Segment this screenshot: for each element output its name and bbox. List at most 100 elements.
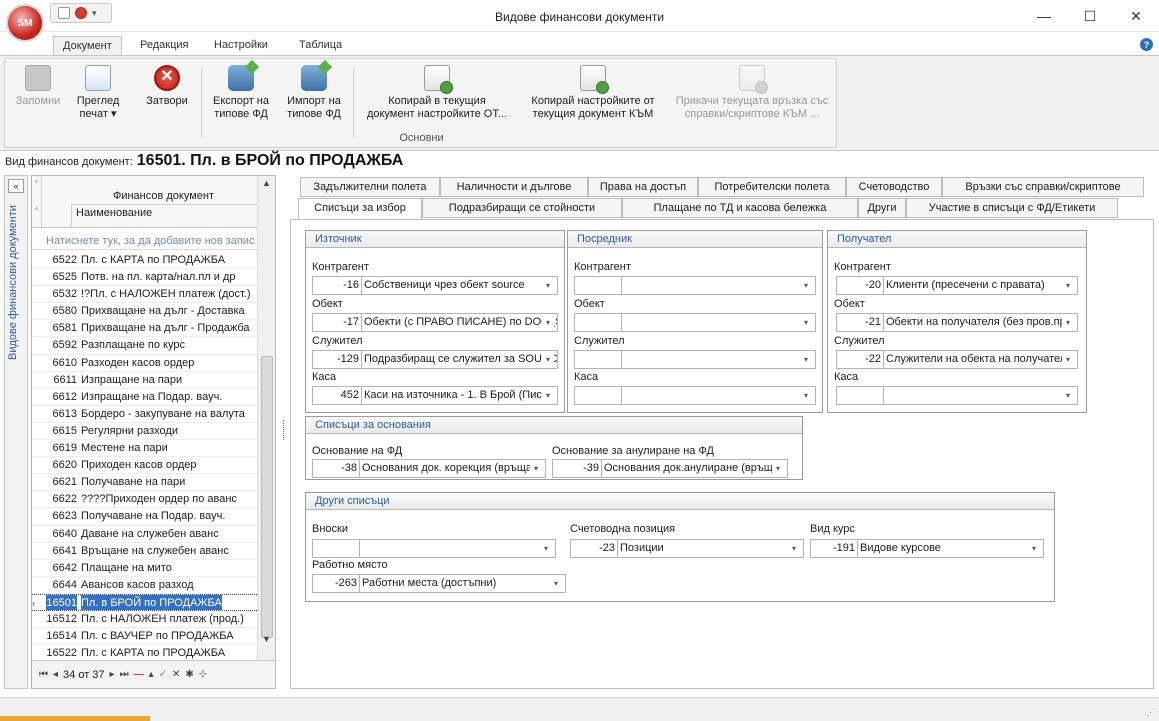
nav-next-icon[interactable]: ▸: [110, 669, 115, 680]
row-indicator[interactable]: [32, 337, 45, 353]
table-row[interactable]: 6644 Авансов касов разход: [32, 577, 257, 594]
chevron-down-icon[interactable]: ▾: [788, 540, 800, 557]
recipient-employee-combo[interactable]: -22 Служители на обекта на получател ▾: [836, 350, 1078, 369]
deposits-combo[interactable]: ▾: [312, 539, 556, 558]
tab-default-values[interactable]: Подразбиращи се стойности: [422, 198, 622, 218]
chevron-down-icon[interactable]: ▾: [542, 314, 554, 331]
tab-list-participation[interactable]: Участие в списъци с ФД/Етикети: [906, 198, 1118, 218]
chevron-down-icon[interactable]: ▾: [1028, 540, 1040, 557]
mediator-object-value[interactable]: ▾: [622, 313, 816, 332]
scroll-thumb[interactable]: [261, 356, 273, 638]
row-name[interactable]: Получаване на Подар. вауч.: [81, 508, 225, 524]
reason-cancel-id[interactable]: -39: [552, 459, 602, 478]
row-name[interactable]: Приходен касов ордер: [81, 457, 197, 473]
reason-fd-id[interactable]: -38: [312, 459, 360, 478]
row-code[interactable]: 6640: [46, 526, 77, 542]
copy-settings-from-button[interactable]: Копирай в текущия документ настройките О…: [357, 65, 517, 121]
row-code[interactable]: 6644: [46, 577, 77, 593]
recipient-object-id[interactable]: -21: [836, 313, 884, 332]
table-row[interactable]: 6522 Пл. с КАРТА по ПРОДАЖБА: [32, 252, 257, 270]
mediator-contragent-id[interactable]: [574, 276, 622, 295]
row-indicator[interactable]: [32, 252, 45, 268]
workplace-value[interactable]: Работни места (достъпни) ▾: [360, 574, 566, 593]
nav-filter-icon[interactable]: ⊹: [199, 669, 207, 680]
nav-post-icon[interactable]: ✓: [159, 669, 167, 680]
source-object-value[interactable]: Обекти (с ПРАВО ПИСАНЕ) по DOC_S ▾: [362, 313, 558, 332]
row-code[interactable]: 6532: [46, 286, 77, 302]
row-code[interactable]: 6641: [46, 543, 77, 559]
tab-required-fields[interactable]: Задължителни полета: [300, 177, 440, 197]
tab-stock-debts[interactable]: Наличности и дългове: [440, 177, 588, 197]
row-indicator[interactable]: [32, 474, 45, 490]
row-indicator[interactable]: [32, 560, 45, 576]
mediator-contragent-combo[interactable]: ▾: [574, 276, 816, 295]
source-cash-id[interactable]: 452: [312, 386, 362, 405]
table-row[interactable]: 6612 Изпращане на Подар. вауч.: [32, 389, 257, 406]
accounting-position-combo[interactable]: -23 Позиции ▾: [570, 539, 804, 558]
mediator-cash-id[interactable]: [574, 386, 622, 405]
attach-link-button[interactable]: Прикачи текущата връзка със справки/скри…: [669, 65, 835, 121]
rate-type-id[interactable]: -191: [810, 539, 858, 558]
source-contragent-id[interactable]: -16: [312, 276, 362, 295]
row-name[interactable]: Прихващане на дълг - Доставка: [81, 303, 245, 319]
row-name[interactable]: Даване на служебен аванс: [81, 526, 219, 542]
tab-user-fields[interactable]: Потребителски полета: [698, 177, 846, 197]
recipient-contragent-id[interactable]: -20: [836, 276, 884, 295]
chevron-down-icon[interactable]: ▾: [1062, 387, 1074, 404]
table-row[interactable]: › 16501 Пл. в БРОЙ по ПРОДАЖБА: [32, 593, 257, 611]
nav-first-icon[interactable]: ⏮: [39, 669, 48, 680]
grid-band-header[interactable]: Финансов документ: [76, 190, 251, 202]
table-row[interactable]: 6640 Даване на служебен аванс: [32, 526, 257, 543]
row-indicator[interactable]: [32, 543, 45, 559]
table-row[interactable]: 6581 Прихващане на дълг - Продажба: [32, 320, 257, 338]
row-name[interactable]: Получаване на пари: [81, 474, 185, 490]
row-indicator[interactable]: [32, 611, 45, 627]
reason-cancel-value[interactable]: Основания док.анулиране (връща ▾: [602, 459, 788, 478]
recipient-contragent-value[interactable]: Клиенти (пресечени с правата) ▾: [884, 276, 1078, 295]
table-row[interactable]: 6619 Местене на пари: [32, 440, 257, 458]
table-row[interactable]: 6621 Получаване на пари: [32, 474, 257, 492]
row-code[interactable]: 6615: [46, 423, 77, 439]
recipient-object-value[interactable]: Обекти на получателя (без пров.пр ▾: [884, 313, 1078, 332]
row-code[interactable]: 6619: [46, 440, 77, 456]
row-indicator[interactable]: [32, 457, 45, 473]
row-indicator[interactable]: [32, 372, 45, 388]
nav-prev-icon[interactable]: ◂: [53, 669, 58, 680]
row-code[interactable]: 6581: [46, 320, 77, 336]
row-indicator[interactable]: ›: [32, 595, 45, 610]
chevron-down-icon[interactable]: ▾: [530, 460, 542, 477]
resize-grip-icon[interactable]: ⋰: [1146, 707, 1155, 718]
table-row[interactable]: 6532 !?Пл. с НАЛОЖЕН платеж (дост.): [32, 286, 257, 304]
save-button[interactable]: Запомни: [11, 65, 65, 108]
chevron-down-icon[interactable]: ▾: [1062, 277, 1074, 294]
reason-fd-combo[interactable]: -38 Основания док. корекция (връща ▾: [312, 459, 546, 478]
table-row[interactable]: 6580 Прихващане на дълг - Доставка: [32, 303, 257, 321]
mediator-contragent-value[interactable]: ▾: [622, 276, 816, 295]
nav-cancel-icon[interactable]: ✕: [172, 669, 180, 680]
row-indicator[interactable]: [32, 491, 45, 507]
row-code[interactable]: 16514: [46, 628, 77, 644]
chevron-down-icon[interactable]: ▾: [800, 314, 812, 331]
maximize-button[interactable]: ☐: [1067, 0, 1113, 32]
chevron-down-icon[interactable]: ▾: [1062, 314, 1074, 331]
app-menu-button[interactable]: SM: [6, 4, 44, 42]
row-name[interactable]: Връщане на служебен аванс: [81, 543, 229, 559]
row-indicator[interactable]: [32, 423, 45, 439]
source-employee-combo[interactable]: -129 Подразбиращ се служител за SOURC ▾: [312, 350, 558, 369]
ribbon-tab-edit[interactable]: Редакция: [131, 36, 197, 56]
row-indicator[interactable]: [32, 389, 45, 405]
source-cash-combo[interactable]: 452 Каси на източника - 1. В Брой (Писа ▾: [312, 386, 558, 405]
row-name[interactable]: Прихващане на дълг - Продажба: [81, 320, 250, 336]
mediator-object-id[interactable]: [574, 313, 622, 332]
row-code[interactable]: 6620: [46, 457, 77, 473]
table-row[interactable]: 6525 Потв. на пл. карта/нал.пл и др: [32, 269, 257, 287]
panel-splitter[interactable]: [283, 420, 287, 440]
table-row[interactable]: 16514 Пл. с ВАУЧЕР по ПРОДАЖБА: [32, 628, 257, 646]
row-name[interactable]: Авансов касов разход: [81, 577, 194, 593]
chevron-down-icon[interactable]: ▾: [800, 351, 812, 368]
row-name[interactable]: Разплащане по курс: [81, 337, 185, 353]
row-indicator[interactable]: [32, 406, 45, 422]
row-code[interactable]: 6592: [46, 337, 77, 353]
source-employee-value[interactable]: Подразбиращ се служител за SOURC ▾: [362, 350, 558, 369]
row-name[interactable]: Пл. с ВАУЧЕР по ПРОДАЖБА: [81, 628, 234, 644]
